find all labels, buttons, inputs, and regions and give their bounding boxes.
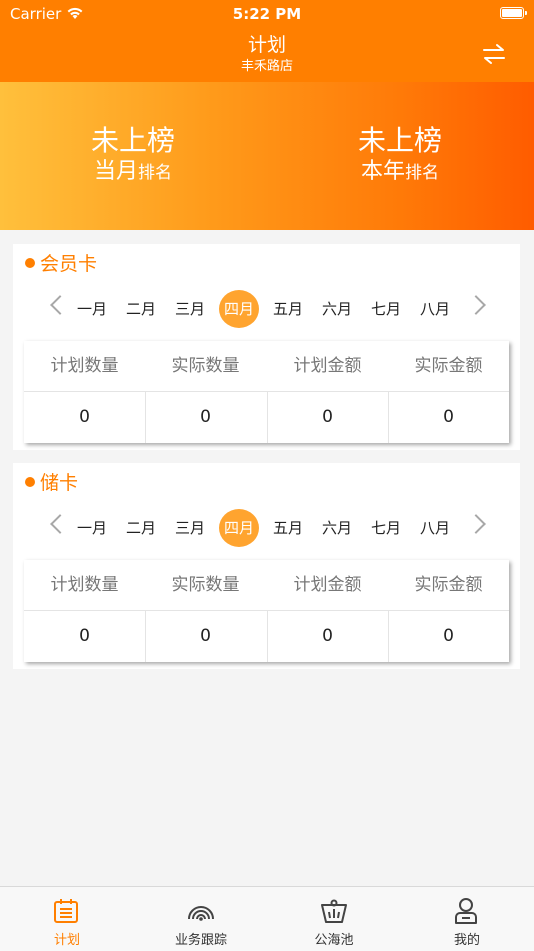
tab-business-tracking[interactable]: 业务跟踪 [134,887,268,951]
table-value: 0 [79,407,90,427]
chevron-right-icon[interactable] [466,514,486,534]
month-item-selected[interactable]: 四月 [219,509,259,547]
stored-value-card-section: 储卡 一月 二月 三月 四月 五月 六月 七月 八月 计划数量 实际数量 计划金… [13,463,520,669]
month-selector: 一月 二月 三月 四月 五月 六月 七月 八月 [13,509,520,547]
ranking-banner: 未上榜 当月排名 未上榜 本年排名 [0,82,534,230]
table-value: 0 [443,626,454,646]
table-value: 0 [200,407,211,427]
month-item[interactable]: 一月 [72,290,112,328]
table-header: 计划金额 [293,575,362,595]
month-rank-prefix: 当月 [93,159,138,184]
bullet-dot-icon [25,476,35,487]
table-header: 计划数量 [50,356,119,376]
table-header: 实际金额 [414,356,483,376]
month-item[interactable]: 八月 [415,509,455,547]
table-header: 实际数量 [171,356,240,376]
month-item[interactable]: 六月 [317,290,357,328]
year-rank-value: 未上榜 [357,124,442,157]
month-rank: 未上榜 当月排名 [33,124,233,187]
month-item[interactable]: 三月 [170,509,210,547]
month-item[interactable]: 二月 [121,290,161,328]
pool-basket-icon [321,899,347,923]
status-bar: Carrier 5:22 PM [0,0,534,28]
tab-bar: 计划 业务跟踪 公海池 我的 [0,886,534,951]
tab-label: 业务跟踪 [174,933,227,948]
month-item[interactable]: 五月 [268,290,308,328]
tab-label: 我的 [453,933,480,948]
page-title: 计划 [247,34,286,56]
table-header: 计划数量 [50,575,119,595]
navigation-bar: Carrier 5:22 PM 计划 丰禾路店 [0,0,534,82]
radar-icon [188,906,214,921]
user-profile-icon [455,898,477,924]
table-value: 0 [322,626,333,646]
table-header: 实际金额 [414,575,483,595]
month-item[interactable]: 二月 [121,509,161,547]
table-header: 实际数量 [171,575,240,595]
tab-label: 计划 [53,933,80,948]
table-value: 0 [322,407,333,427]
year-rank-suffix: 排名 [405,163,439,183]
month-selector: 一月 二月 三月 四月 五月 六月 七月 八月 [13,290,520,328]
month-item[interactable]: 八月 [415,290,455,328]
calendar-list-icon [54,899,78,923]
month-rank-suffix: 排名 [138,163,172,183]
month-item[interactable]: 五月 [268,509,308,547]
membership-card-section: 会员卡 一月 二月 三月 四月 五月 六月 七月 八月 计划数量 实际数量 计划… [13,244,520,450]
clock: 5:22 PM [232,5,302,23]
month-item[interactable]: 六月 [317,509,357,547]
month-item[interactable]: 七月 [366,509,406,547]
tab-label: 公海池 [314,933,354,948]
store-name: 丰禾路店 [240,59,293,74]
battery-icon [500,7,527,19]
year-rank-prefix: 本年 [360,159,405,184]
month-item[interactable]: 一月 [72,509,112,547]
section-title: 会员卡 [40,253,98,275]
month-item-selected[interactable]: 四月 [219,290,259,328]
chevron-left-icon[interactable] [50,514,70,534]
month-rank-value: 未上榜 [90,124,175,157]
stats-table: 计划数量 实际数量 计划金额 实际金额 0 0 0 0 [24,341,509,443]
table-value: 0 [443,407,454,427]
tab-mine[interactable]: 我的 [400,887,534,951]
table-value: 0 [79,626,90,646]
chevron-left-icon[interactable] [50,295,70,315]
swap-arrows-icon[interactable] [482,43,506,65]
table-value: 0 [200,626,211,646]
chevron-right-icon[interactable] [466,295,486,315]
tab-plan[interactable]: 计划 [0,887,134,951]
table-header: 计划金额 [293,356,362,376]
stats-table: 计划数量 实际数量 计划金额 实际金额 0 0 0 0 [24,560,509,662]
year-rank: 未上榜 本年排名 [300,124,500,187]
month-item[interactable]: 三月 [170,290,210,328]
month-item[interactable]: 七月 [366,290,406,328]
section-title: 储卡 [40,472,79,494]
bullet-dot-icon [25,257,35,268]
tab-public-pool[interactable]: 公海池 [267,887,401,951]
